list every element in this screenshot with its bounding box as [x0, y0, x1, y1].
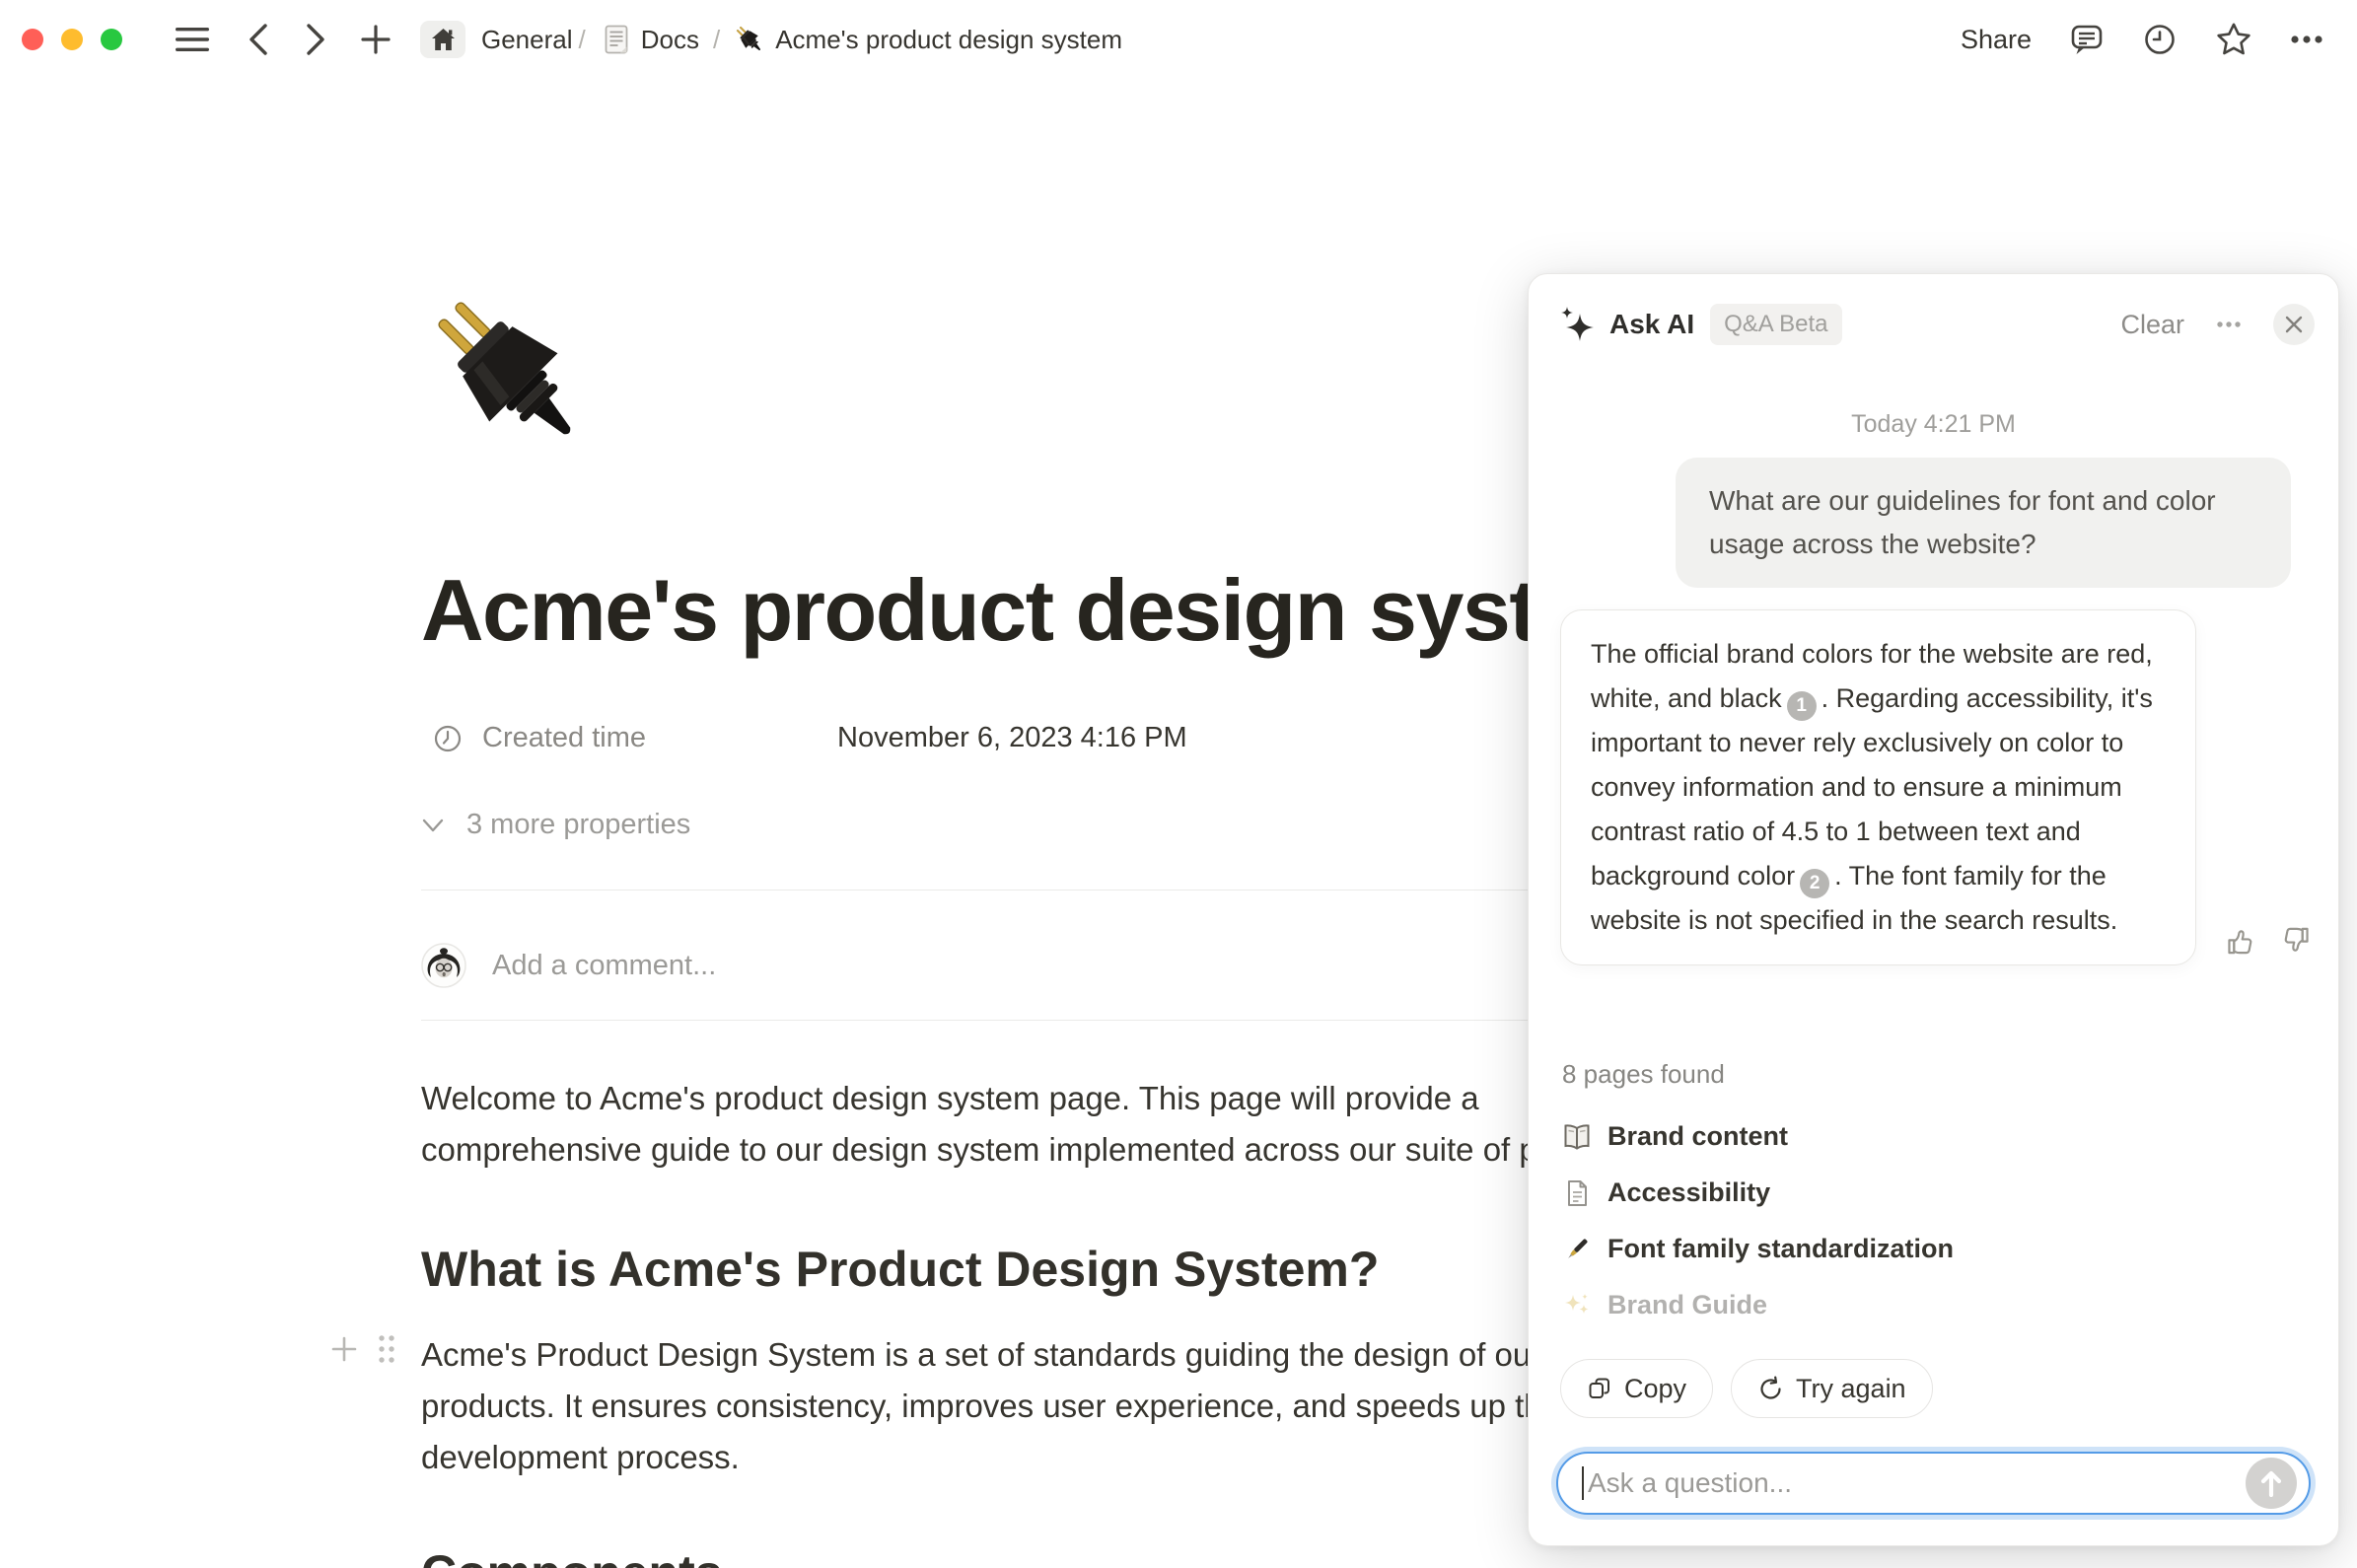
source-label: Accessibility [1607, 1177, 1770, 1208]
divider [421, 1020, 1644, 1021]
property-label: Created time [482, 722, 778, 754]
intro-line: Welcome to Acme's product design system … [421, 1073, 1653, 1124]
toolbar: General / Docs / Acme's product design s… [0, 0, 2357, 79]
window-controls [22, 29, 122, 50]
add-comment-placeholder: Add a comment... [492, 950, 716, 982]
breadcrumb-separator: / [713, 25, 720, 55]
thumbs-up-icon[interactable] [2224, 924, 2257, 958]
share-button[interactable]: Share [1961, 25, 2032, 55]
qa-beta-badge: Q&A Beta [1710, 304, 1841, 345]
copy-button[interactable]: Copy [1560, 1359, 1713, 1418]
add-block-icon[interactable] [329, 1334, 359, 1364]
send-button[interactable] [2246, 1458, 2297, 1509]
answer-actions: Copy Try again [1560, 1359, 1933, 1418]
close-window-button[interactable] [22, 29, 43, 50]
section-heading[interactable]: What is Acme's Product Design System? [421, 1241, 1379, 1298]
sources-list: Brand content Accessibility [1562, 1108, 1954, 1333]
close-panel-button[interactable] [2273, 304, 2315, 345]
source-label: Brand Guide [1607, 1290, 1767, 1320]
forward-icon[interactable] [304, 23, 327, 56]
copy-label: Copy [1624, 1374, 1686, 1404]
body-paragraph[interactable]: Acme's Product Design System is a set of… [421, 1329, 1560, 1483]
new-page-icon[interactable] [361, 25, 391, 54]
home-breadcrumb-chip[interactable] [420, 21, 465, 58]
send-arrow-icon [2258, 1469, 2284, 1497]
feedback-buttons [2224, 924, 2313, 958]
app-window: General / Docs / Acme's product design s… [0, 0, 2357, 1568]
plug-icon [734, 24, 765, 55]
ask-ai-panel: Ask AI Q&A Beta Clear Today 4:21 PM What… [1528, 273, 2339, 1546]
citation-chip[interactable]: 1 [1787, 691, 1817, 721]
answer-text: . Regarding accessibility, it's importan… [1591, 683, 2153, 891]
ai-panel-header: Ask AI Q&A Beta Clear [1558, 300, 2315, 349]
zoom-window-button[interactable] [101, 29, 122, 50]
source-item[interactable]: Accessibility [1562, 1165, 1954, 1221]
chevron-down-icon [421, 818, 445, 833]
source-label: Brand content [1607, 1121, 1788, 1152]
next-section-heading[interactable]: Components [421, 1544, 723, 1568]
breadcrumb-separator: / [579, 25, 586, 55]
body-line: Acme's Product Design System is a set of… [421, 1329, 1560, 1381]
text-caret [1582, 1466, 1584, 1500]
input-placeholder: Ask a question... [1588, 1467, 2246, 1499]
breadcrumb-workspace[interactable]: General [481, 25, 573, 55]
property-created-time[interactable]: Created time November 6, 2023 4:16 PM [421, 722, 1187, 754]
avatar [421, 943, 466, 988]
source-item[interactable]: Brand content [1562, 1108, 1954, 1165]
source-label: Font family standardization [1607, 1234, 1954, 1264]
conversation-timestamp: Today 4:21 PM [1529, 410, 2338, 439]
comments-icon[interactable] [2069, 22, 2105, 57]
book-icon [1562, 1122, 1592, 1152]
clear-button[interactable]: Clear [2120, 310, 2184, 340]
try-again-button[interactable]: Try again [1731, 1359, 1933, 1418]
ai-answer-bubble: The official brand colors for the websit… [1560, 609, 2196, 965]
clock-icon [433, 724, 463, 753]
citation-chip[interactable]: 2 [1800, 869, 1829, 898]
try-again-label: Try again [1796, 1374, 1906, 1404]
pen-icon [1562, 1235, 1592, 1264]
user-message-bubble: What are our guidelines for font and col… [1676, 458, 2291, 588]
source-item[interactable]: Brand Guide [1562, 1277, 1954, 1333]
favorite-star-icon[interactable] [2215, 22, 2252, 57]
add-comment-row[interactable]: Add a comment... [421, 943, 716, 988]
divider [421, 890, 1644, 891]
drag-handle-icon[interactable] [377, 1333, 396, 1365]
back-icon[interactable] [247, 23, 270, 56]
property-value[interactable]: November 6, 2023 4:16 PM [837, 722, 1187, 754]
more-properties-toggle[interactable]: 3 more properties [421, 809, 690, 841]
page-title[interactable]: Acme's product design system [421, 560, 1659, 661]
source-item[interactable]: Font family standardization [1562, 1221, 1954, 1277]
page-icon [1562, 1178, 1592, 1208]
retry-icon [1757, 1376, 1784, 1402]
sidebar-menu-icon[interactable] [176, 27, 209, 52]
more-properties-label: 3 more properties [466, 809, 690, 841]
more-options-icon[interactable] [2290, 35, 2323, 44]
sparkles-icon [1562, 1291, 1592, 1320]
page-plug-icon[interactable] [422, 286, 598, 462]
breadcrumb-section[interactable]: Docs [641, 25, 699, 55]
ai-answer-row: The official brand colors for the websit… [1560, 609, 2313, 965]
minimize-window-button[interactable] [61, 29, 83, 50]
history-clock-icon[interactable] [2142, 22, 2178, 57]
home-icon [430, 27, 457, 52]
panel-more-icon[interactable] [2216, 321, 2242, 328]
intro-line: comprehensive guide to our design system… [421, 1124, 1653, 1176]
block-controls [329, 1333, 396, 1365]
ai-panel-title: Ask AI [1609, 309, 1694, 340]
sources-count: 8 pages found [1562, 1059, 1725, 1090]
intro-paragraph[interactable]: Welcome to Acme's product design system … [421, 1073, 1653, 1176]
copy-icon [1587, 1376, 1612, 1401]
docs-page-icon [602, 24, 631, 55]
body-line: products. It ensures consistency, improv… [421, 1381, 1560, 1432]
sparkle-ai-icon [1558, 306, 1596, 343]
breadcrumb-page[interactable]: Acme's product design system [775, 25, 1122, 55]
close-icon [2285, 316, 2303, 333]
ask-question-input[interactable]: Ask a question... [1556, 1452, 2311, 1515]
body-line: development process. [421, 1432, 1560, 1483]
thumbs-down-icon[interactable] [2279, 924, 2313, 958]
